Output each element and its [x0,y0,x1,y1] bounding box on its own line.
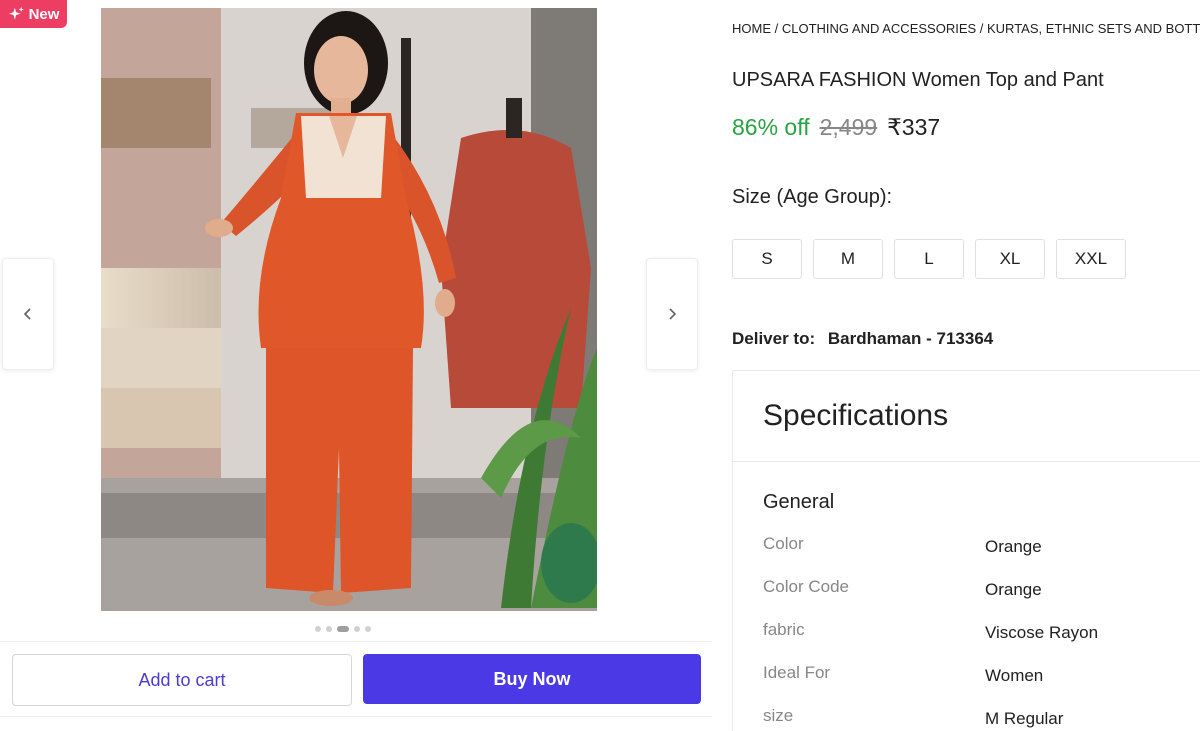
new-badge: New [0,0,67,28]
sparkle-icon [8,6,24,20]
add-to-cart-button[interactable]: Add to cart [12,654,352,706]
buy-now-button[interactable]: Buy Now [363,654,701,704]
size-option-xl[interactable]: XL [975,239,1045,279]
next-image-button[interactable] [646,258,698,370]
spec-value: Orange [985,580,1042,599]
selling-price: ₹337 [887,114,941,140]
spec-value: Viscose Rayon [985,623,1099,642]
spec-group-title: General [763,491,835,513]
size-label: Size (Age Group): [732,186,893,208]
product-photo [101,8,597,611]
carousel-dot[interactable] [326,626,332,632]
original-price: 2,499 [819,114,878,140]
spec-value: Women [985,666,1044,685]
spec-key: size [763,706,794,725]
carousel-dot[interactable] [354,626,360,632]
carousel-dots [315,626,371,632]
new-badge-label: New [28,5,60,23]
product-image[interactable] [101,8,597,611]
product-page: New Add to cart Buy Now HOME / CLOTHING … [0,0,1200,731]
breadcrumb[interactable]: HOME / CLOTHING AND ACCESSORIES / KURTAS… [732,21,1200,36]
spec-key: Color [763,534,804,553]
size-options: S M L XL XXL [732,239,1126,279]
previous-image-button[interactable] [2,258,54,370]
size-option-xxl[interactable]: XXL [1056,239,1126,279]
carousel-dot-active[interactable] [337,626,349,632]
action-bar: Add to cart Buy Now [0,641,712,717]
size-option-s[interactable]: S [732,239,802,279]
delivery-info[interactable]: Deliver to: Bardhaman - 713364 [732,329,993,349]
carousel-dot[interactable] [365,626,371,632]
chevron-right-icon [669,308,677,320]
deliver-to-label: Deliver to: [732,329,816,348]
specifications-heading: Specifications [733,371,1200,462]
spec-key: Ideal For [763,663,831,682]
size-option-l[interactable]: L [894,239,964,279]
carousel-dot[interactable] [315,626,321,632]
delivery-location: Bardhaman - 713364 [827,329,994,348]
discount-label: 86% off [732,114,810,140]
product-title: UPSARA FASHION Women Top and Pant [732,69,1104,91]
chevron-left-icon [23,308,31,320]
spec-value: M Regular [985,709,1064,728]
specifications-card: Specifications General Color Orange Colo… [732,370,1200,731]
spec-key: Color Code [763,577,849,596]
size-option-m[interactable]: M [813,239,883,279]
spec-key: fabric [763,620,805,639]
spec-value: Orange [985,537,1042,556]
price-row: 86% off 2,499 ₹337 [732,114,940,141]
